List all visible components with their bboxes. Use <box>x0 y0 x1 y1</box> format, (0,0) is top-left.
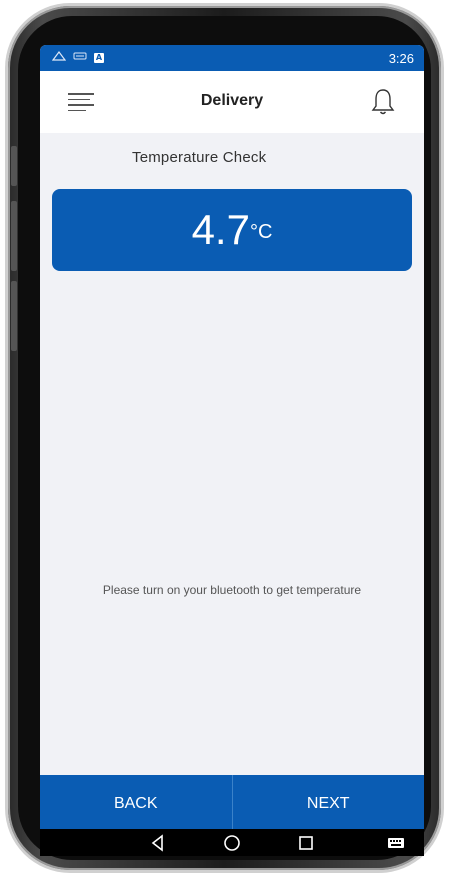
a-badge-icon: A <box>94 53 104 63</box>
status-time: 3:26 <box>388 51 414 66</box>
keyboard-icon[interactable] <box>386 833 406 853</box>
page-title: Delivery <box>200 92 264 109</box>
recents-square-icon[interactable] <box>296 833 316 853</box>
status-bar: A 3:26 <box>40 45 424 71</box>
side-button <box>11 201 17 271</box>
temperature-display: 4.7°C <box>52 207 412 253</box>
side-button <box>11 146 17 186</box>
signal-icon <box>51 51 67 65</box>
temperature-card: 4.7°C <box>52 189 412 271</box>
back-button[interactable]: BACK <box>40 775 232 829</box>
notification-bell-icon[interactable] <box>370 87 396 117</box>
side-button <box>11 281 17 351</box>
app-screen: A 3:26 Delivery Temperature Check 4.7°C … <box>40 45 424 856</box>
section-title: Temperature Check <box>132 149 267 166</box>
home-circle-icon[interactable] <box>222 833 242 853</box>
temperature-value: 4.7 <box>191 206 250 253</box>
next-button[interactable]: NEXT <box>233 775 425 829</box>
back-triangle-icon[interactable] <box>148 833 168 853</box>
bluetooth-message: Please turn on your bluetooth to get tem… <box>102 583 362 597</box>
status-icons: A <box>51 51 104 65</box>
bottom-action-bar: BACK NEXT <box>40 775 424 829</box>
temperature-unit: °C <box>249 221 273 243</box>
keyboard-icon <box>73 51 87 65</box>
system-nav-bar <box>40 829 424 856</box>
app-header: Delivery <box>40 71 424 133</box>
